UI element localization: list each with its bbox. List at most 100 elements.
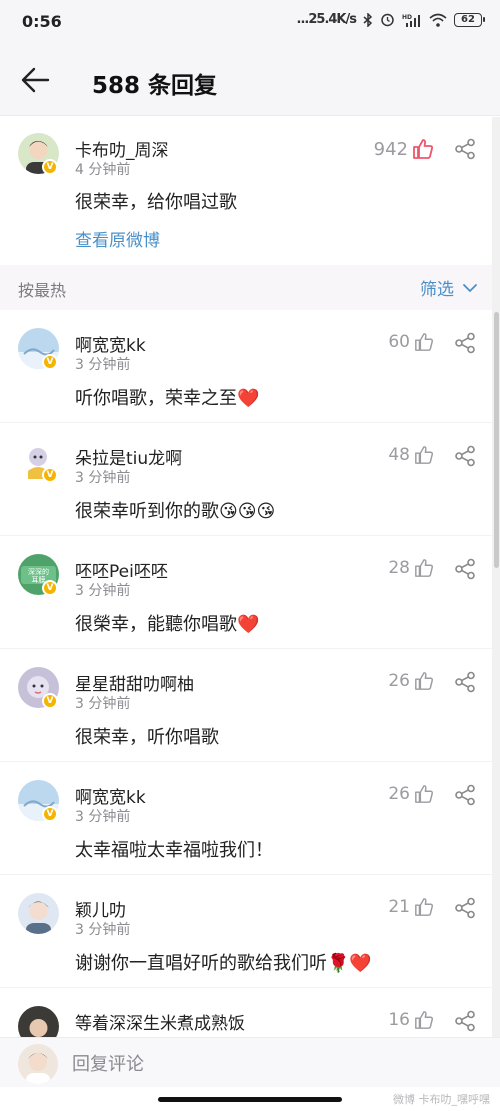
comment-time: 3 分钟前 bbox=[75, 696, 131, 712]
comment-text: 谢谢你一直唱好听的歌给我们听🌹❤️ bbox=[75, 953, 372, 974]
comment-item: 颖儿叻 3 分钟前 谢谢你一直唱好听的歌给我们听🌹❤️ 21 bbox=[0, 875, 492, 988]
like-button[interactable]: 26 bbox=[388, 784, 434, 804]
verified-badge-icon: V bbox=[42, 806, 58, 822]
author-name[interactable]: 朵拉是tiu龙啊 bbox=[75, 444, 182, 469]
like-button[interactable]: 942 bbox=[374, 138, 434, 160]
comment-item: V 啊宽宽kk 3 分钟前 听你唱歌，荣幸之至❤️ 60 bbox=[0, 310, 492, 423]
battery-level: 62 bbox=[461, 13, 475, 25]
battery-icon: 62 bbox=[454, 12, 485, 27]
wifi-icon bbox=[429, 13, 447, 27]
filter-button[interactable]: 筛选 bbox=[420, 275, 478, 300]
like-button[interactable]: 21 bbox=[388, 897, 434, 917]
share-icon[interactable] bbox=[454, 138, 476, 160]
comment-text: 很荣幸，听你唱歌 bbox=[75, 727, 219, 748]
sort-bar: 按最热 筛选 bbox=[0, 265, 492, 310]
original-comment: V 卡布叻_周深 4 分钟前 很荣幸，给你唱过歌 查看原微博 942 bbox=[0, 117, 492, 265]
thumbs-up-icon bbox=[415, 898, 433, 916]
share-icon[interactable] bbox=[454, 445, 476, 467]
app-bar: 588 条回复 bbox=[0, 44, 500, 116]
like-count: 26 bbox=[388, 671, 410, 691]
like-count: 16 bbox=[388, 1010, 410, 1030]
like-button[interactable]: 26 bbox=[388, 671, 434, 691]
author-name[interactable]: 啊宽宽kk bbox=[75, 783, 146, 808]
avatar[interactable] bbox=[18, 893, 59, 934]
filter-label: 筛选 bbox=[420, 280, 454, 300]
author-name[interactable]: 呸呸Pei呸呸 bbox=[75, 557, 168, 582]
arrow-left-icon bbox=[21, 67, 50, 93]
comment-text: 很荣幸听到你的歌😘😘😘 bbox=[75, 501, 276, 522]
verified-badge-icon: V bbox=[42, 693, 58, 709]
bluetooth-icon bbox=[363, 12, 373, 27]
author-name[interactable]: 星星甜甜叻啊柚 bbox=[75, 670, 194, 695]
like-count: 26 bbox=[388, 784, 410, 804]
thumbs-up-icon bbox=[415, 333, 433, 351]
hd-signal-icon: HD bbox=[402, 14, 420, 27]
comment-item: V 啊宽宽kk 3 分钟前 太幸福啦太幸福啦我们！ 26 bbox=[0, 762, 492, 875]
verified-badge-icon: V bbox=[42, 354, 58, 370]
page-title: 588 条回复 bbox=[92, 73, 218, 99]
comment-list: V 啊宽宽kk 3 分钟前 听你唱歌，荣幸之至❤️ 60 V 朵拉是tiu龙啊 … bbox=[0, 310, 492, 1037]
like-count: 942 bbox=[373, 138, 408, 160]
thumbs-up-icon bbox=[415, 559, 433, 577]
status-bar: 0:56 ...25.4K/s HD 62 bbox=[0, 0, 500, 44]
comment-text: 听你唱歌，荣幸之至❤️ bbox=[75, 388, 260, 409]
reply-input[interactable]: 回复评论 bbox=[72, 1050, 144, 1076]
like-button[interactable]: 28 bbox=[388, 558, 434, 578]
sort-label[interactable]: 按最热 bbox=[18, 277, 66, 301]
watermark: 微博 卡布叻_嘿呼嘿 bbox=[393, 1093, 490, 1106]
verified-badge-icon: V bbox=[42, 467, 58, 483]
back-button[interactable] bbox=[18, 64, 54, 96]
comment-time: 3 分钟前 bbox=[75, 583, 131, 599]
scrollbar[interactable] bbox=[492, 117, 500, 1037]
comment-time: 3 分钟前 bbox=[75, 922, 131, 938]
share-icon[interactable] bbox=[454, 332, 476, 354]
thumbs-up-icon bbox=[415, 785, 433, 803]
author-name[interactable]: 卡布叻_周深 bbox=[75, 136, 169, 161]
author-name[interactable]: 颖儿叻 bbox=[75, 896, 126, 921]
comment-time: 3 分钟前 bbox=[75, 357, 131, 373]
share-icon[interactable] bbox=[454, 671, 476, 693]
comment-item: V 朵拉是tiu龙啊 3 分钟前 很荣幸听到你的歌😘😘😘 48 bbox=[0, 423, 492, 536]
like-count: 48 bbox=[388, 445, 410, 465]
like-button[interactable]: 48 bbox=[388, 445, 434, 465]
share-icon[interactable] bbox=[454, 1010, 476, 1032]
comment-text: 很荣幸，给你唱过歌 bbox=[75, 192, 237, 213]
comment-text: 太幸福啦太幸福啦我们！ bbox=[75, 840, 273, 861]
like-count: 60 bbox=[388, 332, 410, 352]
system-nav-bar: 微博 卡布叻_嘿呼嘿 bbox=[0, 1087, 500, 1111]
view-original-link[interactable]: 查看原微博 bbox=[75, 226, 160, 251]
comment-text: 很榮幸，能聽你唱歌❤️ bbox=[75, 614, 260, 635]
scrollbar-thumb[interactable] bbox=[494, 312, 499, 568]
share-icon[interactable] bbox=[454, 558, 476, 580]
verified-badge-icon: V bbox=[42, 580, 58, 596]
comment-time: 4 分钟前 bbox=[75, 162, 131, 178]
comment-item: V 星星甜甜叻啊柚 3 分钟前 很荣幸，听你唱歌 26 bbox=[0, 649, 492, 762]
comment-item: 深深的 耳膜 V 呸呸Pei呸呸 3 分钟前 很榮幸，能聽你唱歌❤️ 28 bbox=[0, 536, 492, 649]
my-avatar[interactable] bbox=[18, 1044, 58, 1084]
share-icon[interactable] bbox=[454, 897, 476, 919]
reply-bar: 回复评论 bbox=[0, 1037, 500, 1087]
chevron-down-icon bbox=[463, 283, 477, 292]
status-icons: ...25.4K/s HD 62 bbox=[296, 12, 485, 27]
comment-item: 等着深深生米煮成熟饭 16 bbox=[0, 988, 492, 1037]
thumbs-up-icon bbox=[415, 1011, 433, 1029]
like-button[interactable]: 16 bbox=[388, 1010, 434, 1030]
like-button[interactable]: 60 bbox=[388, 332, 434, 352]
thumbs-up-icon bbox=[415, 446, 433, 464]
alarm-icon bbox=[381, 13, 394, 27]
like-count: 28 bbox=[388, 558, 410, 578]
network-speed: ...25.4K/s bbox=[296, 12, 357, 27]
home-indicator[interactable] bbox=[158, 1097, 342, 1102]
comment-time: 3 分钟前 bbox=[75, 809, 131, 825]
share-icon[interactable] bbox=[454, 784, 476, 806]
thumbs-up-filled-icon bbox=[413, 139, 433, 159]
author-name[interactable]: 等着深深生米煮成熟饭 bbox=[75, 1009, 245, 1034]
status-time: 0:56 bbox=[22, 12, 62, 31]
like-count: 21 bbox=[388, 897, 410, 917]
verified-badge-icon: V bbox=[42, 159, 58, 175]
author-name[interactable]: 啊宽宽kk bbox=[75, 331, 146, 356]
svg-text:深深的: 深深的 bbox=[28, 567, 49, 576]
comment-time: 3 分钟前 bbox=[75, 470, 131, 486]
avatar[interactable] bbox=[18, 1006, 59, 1037]
svg-text:HD: HD bbox=[402, 14, 412, 21]
